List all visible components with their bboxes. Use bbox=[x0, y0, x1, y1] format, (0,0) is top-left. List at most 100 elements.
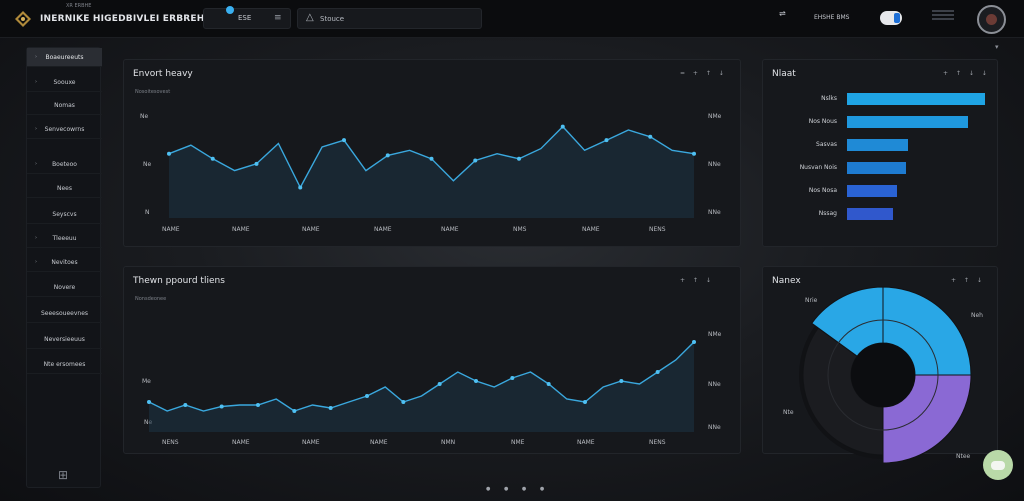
chat-bubble-icon bbox=[991, 460, 1005, 470]
segment-switcher[interactable]: ESE ≡ bbox=[203, 6, 291, 29]
topbar-right-label[interactable]: EHSHE BMS bbox=[814, 14, 849, 21]
y-tick-right: NNe bbox=[708, 424, 721, 431]
y-tick-right: NMe bbox=[708, 113, 722, 120]
bar[interactable] bbox=[847, 139, 908, 151]
data-point bbox=[254, 161, 259, 166]
data-point bbox=[256, 403, 260, 407]
sidebar-item-2[interactable]: Nomas bbox=[27, 96, 102, 115]
sidebar-item-9[interactable]: Novere bbox=[27, 278, 102, 297]
settings-caret-icon[interactable]: ▾ bbox=[995, 43, 999, 51]
data-point bbox=[298, 185, 303, 190]
panel-bottom-right: Nanex + ↑ ↓ Nrie Neh Nte Ntee bbox=[762, 266, 998, 464]
sidebar-item-label: Nte ersomees bbox=[43, 360, 86, 368]
panel-controls[interactable]: + ↑ ↓ bbox=[951, 277, 985, 284]
x-tick: NMN bbox=[441, 439, 456, 446]
sidebar-item-label: Neversieeuus bbox=[44, 335, 85, 343]
sidebar-item-6[interactable]: Seyscvs bbox=[27, 205, 102, 224]
sidebar-item-11[interactable]: Neversieeuus bbox=[27, 330, 102, 349]
panel-controls[interactable]: + ↑ ↓ ↓ bbox=[943, 70, 990, 77]
y-tick-right: NMe bbox=[708, 331, 722, 338]
app-subtitle: XR ERBHE bbox=[66, 3, 92, 9]
panel-title: Envort heavy bbox=[133, 69, 193, 79]
x-tick: NMS bbox=[513, 226, 527, 233]
bar-label: Nslks bbox=[821, 95, 837, 102]
pagination-dots[interactable]: ● ● ● ● bbox=[486, 486, 550, 492]
y-tick-right: NNe bbox=[708, 381, 721, 388]
y-tick: N bbox=[145, 209, 150, 216]
donut-chart bbox=[799, 286, 972, 464]
warning-triangle-icon: △ bbox=[306, 12, 314, 23]
chevron-right-icon: › bbox=[35, 259, 37, 265]
data-point bbox=[510, 376, 515, 380]
chevron-right-icon: › bbox=[35, 126, 37, 132]
sidebar-item-5[interactable]: Nees bbox=[27, 179, 102, 198]
theme-toggle[interactable] bbox=[880, 11, 902, 25]
data-point bbox=[437, 382, 442, 386]
panel-controls[interactable]: = + ↑ ↓ bbox=[680, 70, 727, 77]
x-tick: NAME bbox=[582, 226, 600, 233]
panel-subtitle: Nosoitesovest bbox=[135, 89, 171, 95]
x-tick: NAME bbox=[162, 226, 180, 233]
sidebar-item-8[interactable]: › Nevitoes bbox=[27, 253, 102, 272]
data-point bbox=[655, 370, 660, 374]
donut-label: Nte bbox=[783, 409, 794, 416]
x-tick: NAME bbox=[441, 226, 459, 233]
data-point bbox=[365, 394, 369, 398]
filter-icon[interactable]: ⇌ bbox=[779, 9, 786, 18]
sidebar-item-7[interactable]: › Tleeeuu bbox=[27, 229, 102, 248]
data-point bbox=[692, 151, 696, 156]
data-point bbox=[619, 379, 624, 383]
sidebar-item-label: Nomas bbox=[54, 101, 75, 109]
data-point bbox=[604, 138, 609, 143]
segment-label: ESE bbox=[238, 14, 252, 22]
sidebar-item-label: Nees bbox=[57, 184, 72, 192]
bar[interactable] bbox=[847, 93, 985, 105]
search-input[interactable] bbox=[320, 13, 470, 25]
data-point bbox=[210, 156, 215, 161]
sidebar-item-label: Boeteoo bbox=[52, 160, 77, 168]
data-point bbox=[648, 134, 653, 139]
data-point bbox=[167, 151, 171, 156]
sidebar-item-label: Senvecowrns bbox=[44, 125, 85, 133]
sidebar-item-4[interactable]: › Boeteoo bbox=[27, 155, 102, 174]
bar[interactable] bbox=[847, 116, 969, 128]
search-box[interactable]: △ bbox=[297, 8, 482, 29]
panel-bottom-left: Thewn ppourd tliens Nonsdeonee + ↑ ↓ Me … bbox=[123, 266, 741, 454]
sidebar-item-1[interactable]: › Soouxe bbox=[27, 73, 102, 92]
data-point bbox=[401, 400, 406, 404]
y-tick-right: NNe bbox=[708, 161, 721, 168]
data-point bbox=[517, 156, 521, 161]
panel-title: Thewn ppourd tliens bbox=[133, 276, 225, 286]
x-tick: NAME bbox=[232, 226, 250, 233]
grid-icon[interactable]: ⊞ bbox=[58, 468, 68, 482]
panel-top-right: Nlaat + ↑ ↓ ↓ Nslks Nos Nous Sasvas Nusvan … bbox=[762, 59, 998, 247]
bar[interactable] bbox=[847, 162, 907, 174]
sidebar-item-10[interactable]: Seeesoueevnes bbox=[27, 304, 102, 323]
sidebar-item-12[interactable]: Nte ersomees bbox=[27, 355, 102, 374]
top-bar: INERNIKE HIGEDBIVLEI ERBREHLIYERBUT XR E… bbox=[0, 0, 1024, 38]
bar-label: Nssag bbox=[818, 210, 837, 217]
x-tick: NENS bbox=[649, 226, 666, 233]
avatar[interactable] bbox=[977, 5, 1006, 34]
y-tick: Ne bbox=[143, 161, 152, 168]
x-tick: NAME bbox=[302, 226, 320, 233]
data-point bbox=[219, 404, 224, 409]
data-point bbox=[183, 403, 188, 407]
data-point bbox=[328, 406, 333, 410]
bar[interactable] bbox=[847, 185, 897, 197]
chevron-right-icon: › bbox=[35, 79, 37, 85]
data-point bbox=[692, 340, 696, 344]
x-tick: NAME bbox=[577, 439, 595, 446]
sidebar-item-0[interactable]: › Boaeureeuts bbox=[27, 48, 102, 67]
chat-button[interactable] bbox=[983, 450, 1013, 480]
data-point bbox=[429, 156, 434, 161]
bar-label: Nos Nosa bbox=[808, 187, 837, 194]
list-view-icon[interactable] bbox=[932, 10, 954, 24]
panel-controls[interactable]: + ↑ ↓ bbox=[680, 277, 714, 284]
sidebar-item-label: Boaeureeuts bbox=[45, 53, 84, 61]
menu-icon[interactable]: ≡ bbox=[274, 13, 282, 23]
bar[interactable] bbox=[847, 208, 893, 220]
sidebar-item-label: Nevitoes bbox=[51, 258, 78, 266]
sidebar-item-3[interactable]: › Senvecowrns bbox=[27, 120, 102, 139]
y-tick: Ne bbox=[140, 113, 149, 120]
